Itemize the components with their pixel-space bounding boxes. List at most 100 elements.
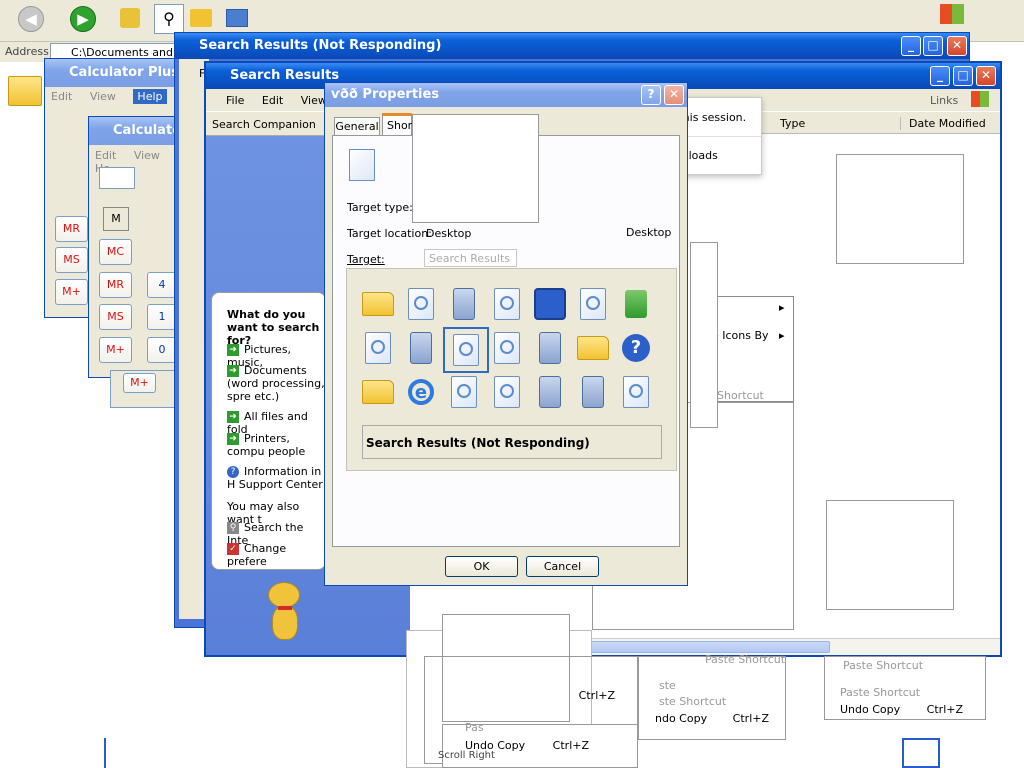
context-menu-2: Pas Undo Copy Ctrl+Z bbox=[442, 721, 638, 768]
search-doc-icon[interactable] bbox=[490, 375, 524, 409]
calculator-display bbox=[99, 167, 135, 189]
icon-grid: ? e bbox=[357, 283, 667, 423]
properties-title: ѵðð Properties bbox=[331, 87, 440, 102]
key-0[interactable]: 0 bbox=[147, 337, 177, 363]
up-folder-icon[interactable] bbox=[120, 8, 140, 28]
calculator-icon[interactable] bbox=[447, 287, 481, 321]
help-icon[interactable]: ? bbox=[619, 331, 653, 365]
close-button[interactable]: ✕ bbox=[976, 66, 996, 86]
shortcut-icon bbox=[349, 149, 375, 181]
menu-item-paste-shortcut[interactable]: Paste Shortcut bbox=[705, 653, 785, 666]
search-icon[interactable]: ⚲ bbox=[154, 4, 184, 34]
mc-key[interactable]: MC bbox=[99, 239, 132, 265]
balloon-item[interactable]: ➜ Printers, compu people bbox=[227, 432, 327, 458]
ms-key[interactable]: MS bbox=[99, 304, 132, 330]
minimize-button[interactable]: _ bbox=[930, 66, 950, 86]
balloon-link-preferences[interactable]: ✓ Change prefere bbox=[227, 542, 325, 568]
folders-icon[interactable] bbox=[190, 9, 212, 27]
context-menu-4: Paste Shortcut Paste Shortcut Undo Copy … bbox=[824, 656, 986, 720]
search-results-back-title: Search Results (Not Responding) bbox=[199, 38, 442, 53]
mr-key[interactable]: MR bbox=[99, 272, 132, 298]
balloon-item[interactable]: ➜ Documents (word processing, spre etc.) bbox=[227, 364, 327, 403]
tab-general[interactable]: General bbox=[334, 117, 380, 135]
shortcut-icon[interactable] bbox=[533, 287, 567, 321]
cancel-button[interactable]: Cancel bbox=[526, 556, 599, 577]
menu-item-paste[interactable]: Pas bbox=[465, 721, 484, 734]
menu-item-paste-shortcut[interactable]: Paste Shortcut bbox=[840, 686, 920, 699]
key-1[interactable]: 1 bbox=[147, 304, 177, 330]
calculator-titlebar: Calculator bbox=[89, 117, 188, 145]
menu-item-paste-shortcut[interactable]: ste Shortcut bbox=[659, 695, 726, 708]
calculator-icon[interactable] bbox=[533, 375, 567, 409]
column-type[interactable]: Type bbox=[780, 117, 805, 130]
menu-item-paste-shortcut[interactable]: Paste Shortcut bbox=[843, 659, 923, 672]
menu-view[interactable]: View bbox=[134, 149, 160, 162]
forward-button[interactable]: ▶ bbox=[70, 6, 96, 32]
mr-key[interactable]: MR bbox=[55, 216, 88, 242]
target-label: Target: bbox=[347, 253, 385, 266]
menu-edit[interactable]: Edit bbox=[95, 149, 116, 162]
menu-item-undo-copy[interactable]: Undo Copy bbox=[840, 703, 900, 716]
menu-view[interactable]: View bbox=[90, 90, 116, 103]
ok-button[interactable]: OK bbox=[445, 556, 518, 577]
calculator-icon[interactable] bbox=[404, 331, 438, 365]
views-icon[interactable] bbox=[226, 9, 248, 27]
search-doc-icon[interactable] bbox=[443, 327, 489, 373]
target-input[interactable]: Search Results bbox=[424, 249, 517, 267]
menu-item-paste-shortcut[interactable]: Shortcut bbox=[717, 389, 764, 402]
maximize-button[interactable]: □ bbox=[953, 66, 973, 86]
search-doc-icon[interactable] bbox=[361, 331, 395, 365]
shortcut-ctrl-z: Ctrl+Z bbox=[552, 739, 589, 752]
windows-logo-icon bbox=[940, 4, 964, 24]
menu-file[interactable]: File bbox=[226, 94, 244, 107]
search-balloon: What do you want to search for? ➜ Picture… bbox=[211, 292, 326, 570]
properties-titlebar: ѵðð Properties ? ✕ bbox=[325, 83, 687, 107]
menu-edit[interactable]: Edit bbox=[262, 94, 283, 107]
balloon-item[interactable]: ? Information in H Support Center bbox=[227, 465, 327, 491]
calculator-icon[interactable] bbox=[576, 375, 610, 409]
menu-item-scroll-right[interactable]: Scroll Right bbox=[438, 750, 495, 761]
key-4[interactable]: 4 bbox=[147, 272, 177, 298]
folder-icon[interactable] bbox=[576, 331, 610, 365]
shortcut-ctrl-z: Ctrl+Z bbox=[926, 703, 963, 716]
recycle-icon[interactable] bbox=[619, 287, 653, 321]
minimize-button[interactable]: _ bbox=[901, 36, 921, 56]
menu-view[interactable]: View bbox=[301, 94, 327, 107]
target-location-right: Desktop bbox=[626, 226, 672, 239]
context-menu-3: Paste Shortcut ste ste Shortcut ndo Copy… bbox=[638, 653, 786, 740]
windows-logo-icon bbox=[971, 91, 989, 107]
search-doc-icon[interactable] bbox=[576, 287, 610, 321]
submenu-arrow: ▸ bbox=[779, 301, 785, 314]
m-plus-key[interactable]: M+ bbox=[99, 337, 132, 363]
submenu-arrow: ▸ bbox=[779, 329, 785, 342]
search-doc-icon[interactable] bbox=[490, 287, 524, 321]
maximize-button[interactable]: □ bbox=[923, 36, 943, 56]
ie-icon[interactable]: e bbox=[404, 375, 438, 409]
close-button[interactable]: ✕ bbox=[947, 36, 967, 56]
menu-item-undo-copy[interactable]: ndo Copy bbox=[655, 712, 707, 725]
help-button[interactable]: ? bbox=[641, 85, 661, 105]
tab-shortcut[interactable]: Shor bbox=[382, 113, 412, 135]
target-location-value: Desktop bbox=[426, 227, 472, 240]
search-results-title: Search Results bbox=[230, 68, 340, 83]
links-label[interactable]: Links bbox=[930, 94, 958, 107]
blank-window bbox=[836, 154, 964, 264]
folder-open-icon[interactable] bbox=[361, 375, 395, 409]
close-button[interactable]: ✕ bbox=[664, 85, 684, 105]
search-dog-icon[interactable] bbox=[258, 578, 310, 646]
search-doc-icon[interactable] bbox=[490, 331, 524, 365]
calculator-icon[interactable] bbox=[533, 331, 567, 365]
menu-help[interactable]: Help bbox=[133, 89, 167, 104]
target-location-label: Target location: bbox=[347, 227, 432, 240]
m-plus-key[interactable]: M+ bbox=[55, 279, 88, 305]
folder-icon[interactable] bbox=[361, 287, 395, 321]
search-doc-icon[interactable] bbox=[447, 375, 481, 409]
menu-edit[interactable]: Edit bbox=[51, 90, 72, 103]
ms-key[interactable]: MS bbox=[55, 247, 88, 273]
m-plus-key[interactable]: M+ bbox=[123, 373, 156, 393]
back-button[interactable]: ◀ bbox=[18, 6, 44, 32]
search-doc-icon[interactable] bbox=[404, 287, 438, 321]
search-doc-icon[interactable] bbox=[619, 375, 653, 409]
menu-item-paste[interactable]: ste bbox=[659, 679, 676, 692]
column-date-modified[interactable]: Date Modified bbox=[900, 117, 986, 130]
